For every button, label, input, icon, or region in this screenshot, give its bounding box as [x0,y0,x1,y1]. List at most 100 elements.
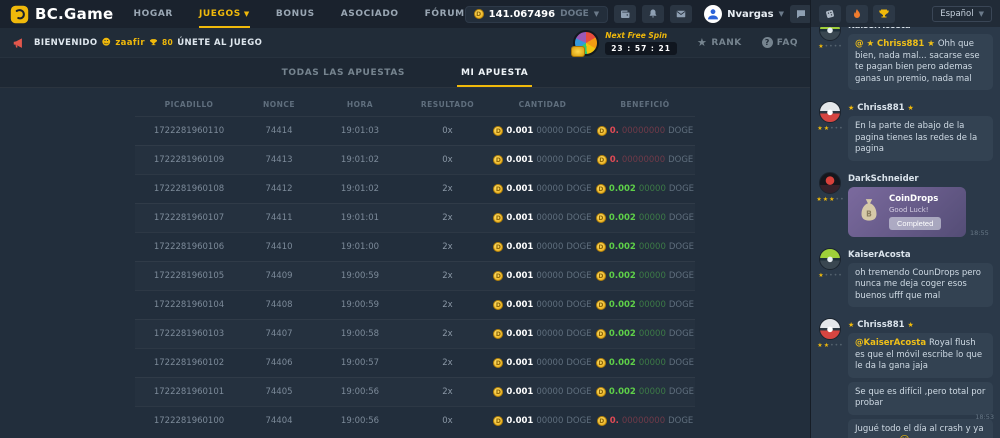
dot-icon: • [835,342,839,349]
bet-result: 0x [405,126,490,136]
smiley-icon: ☻ [102,38,112,48]
col-header-time: HORA [315,100,405,109]
bet-result: 2x [405,387,490,397]
coindrops-completed-button[interactable]: Completed [889,217,941,230]
user-rank-stars: ★•••• [818,272,842,279]
doge-coin-icon: D [596,184,606,194]
bet-time: 19:01:00 [315,242,405,252]
doge-coin-icon: D [597,155,607,165]
bet-amount: D0.00100000DOGE [490,329,595,339]
rank-link[interactable]: ★ RANK [697,36,742,49]
doge-coin-icon: D [596,271,606,281]
user-menu[interactable]: Nvargas ▼ [704,5,784,23]
bet-result: 2x [405,184,490,194]
hot-games-button[interactable] [846,5,868,23]
dot-icon: • [838,43,842,50]
table-row[interactable]: 17222819601097441319:01:020xD0.00100000D… [135,145,695,174]
nav-item-hogar[interactable]: HOGAR [133,0,172,28]
bet-time: 19:01:02 [315,184,405,194]
table-row[interactable]: 17222819601057440919:00:592xD0.00100000D… [135,261,695,290]
top-right-group: D 141.067496 DOGE ▼ [465,5,812,23]
table-row[interactable]: 17222819601087441219:01:022xD0.00100000D… [135,174,695,203]
dice-button[interactable] [819,5,841,23]
chat-message: ★★★••DarkSchneiderBCoinDropsGood Luck!Co… [818,172,993,241]
balance-dropdown[interactable]: D 141.067496 DOGE ▼ [465,6,608,23]
bet-profit: D0.00200000DOGE [595,271,695,281]
chat-username[interactable]: ★Chriss881★ [848,320,993,330]
bet-time: 19:00:57 [315,358,405,368]
message-timestamp: 18:55 [970,229,989,237]
table-row[interactable]: 17222819601037440719:00:582xD0.00100000D… [135,319,695,348]
bet-result: 2x [405,213,490,223]
coindrops-subtitle: Good Luck! [889,206,941,214]
free-spin-widget[interactable]: Next Free Spin 23 : 57 : 21 [573,30,677,56]
bet-profit: D0.00000000DOGE [595,155,695,165]
mention-link[interactable]: @KaiserAcosta [855,338,929,348]
bet-time: 19:00:59 [315,300,405,310]
chat-toggle-button[interactable] [790,5,812,23]
col-header-result: RESULTADO [405,100,490,109]
table-row[interactable]: 17222819601007440419:00:560xD0.00100000D… [135,406,695,435]
bet-amount: D0.00100000DOGE [490,387,595,397]
dot-icon: • [834,43,838,50]
doge-coin-icon: D [493,329,503,339]
chat-username[interactable]: ★Chriss881★ [848,103,993,113]
nav-item-bonus[interactable]: BONUS [276,0,315,28]
table-row[interactable]: 17222819601027440619:00:572xD0.00100000D… [135,348,695,377]
mention-link[interactable]: @ ★ Chriss881 ★ [855,39,938,49]
chat-message: ★★•••★Chriss881★@KaiserAcosta Royal flus… [818,318,993,438]
bet-hash: 1722281960102 [135,358,243,368]
contest-button[interactable] [873,5,895,23]
doge-coin-icon: D [493,300,503,310]
avatar[interactable] [819,172,841,194]
chat-username[interactable]: DarkSchneider [848,174,993,184]
bet-hash: 1722281960110 [135,126,243,136]
chevron-down-icon: ▼ [779,10,784,18]
avatar[interactable] [819,101,841,123]
notifications-button[interactable] [642,5,664,23]
brand-logo[interactable]: BC.Game [10,5,113,24]
chat-username[interactable]: KaiserAcosta [848,27,993,31]
wallet-button[interactable] [614,5,636,23]
doge-coin-icon: D [596,242,606,252]
bets-table: PICADILLO NONCE HORA RESULTADO CANTIDAD … [0,88,810,438]
nav-item-asociado[interactable]: ASOCIADO [341,0,399,28]
bet-nonce: 74405 [243,387,315,397]
bet-hash: 1722281960109 [135,155,243,165]
avatar[interactable] [819,318,841,340]
table-row[interactable]: 17222819601017440519:00:562xD0.00100000D… [135,377,695,406]
chat-username[interactable]: KaiserAcosta [848,250,993,260]
welcome-username[interactable]: zaafir [115,38,145,48]
user-rank-stars: ★•••• [818,43,842,50]
messages-button[interactable] [670,5,692,23]
doge-coin-icon: D [597,416,607,426]
free-spin-label: Next Free Spin [605,31,677,40]
chat-message-meta: ★•••• [818,27,842,94]
table-row[interactable]: 17222819601047440819:00:592xD0.00100000D… [135,290,695,319]
table-row[interactable]: 17222819601107441419:01:030xD0.00100000D… [135,116,695,145]
user-rank-stars: ★★★•• [816,196,843,203]
doge-coin-icon: D [596,213,606,223]
bet-amount: D0.00100000DOGE [490,242,595,252]
faq-link[interactable]: ? FAQ [762,37,798,48]
dice-icon [824,8,836,20]
doge-coin-icon: D [493,242,503,252]
table-row[interactable]: 17222819601077441119:01:012xD0.00100000D… [135,203,695,232]
star-icon: ★ [908,321,914,329]
user-level-badge: 80 [162,38,173,47]
bet-nonce: 74412 [243,184,315,194]
coindrops-card[interactable]: BCoinDropsGood Luck!Completed [848,187,966,237]
doge-coin-icon: D [597,126,607,136]
table-row[interactable]: 17222819601067441019:01:002xD0.00100000D… [135,232,695,261]
tab-all-bets[interactable]: TODAS LAS APUESTAS [278,68,409,87]
table-header-row: PICADILLO NONCE HORA RESULTADO CANTIDAD … [135,92,695,116]
avatar[interactable] [819,27,841,41]
nav-item-forum[interactable]: FÓRUM [425,0,465,28]
star-icon: ★ [817,342,822,349]
star-icon: ★ [848,321,854,329]
language-select[interactable]: Español ▼ [932,6,992,22]
avatar[interactable] [819,248,841,270]
nav-item-juegos[interactable]: JUEGOS▼ [199,0,250,28]
star-icon: ★ [816,196,821,203]
tab-my-bets[interactable]: MI APUESTA [457,68,532,87]
